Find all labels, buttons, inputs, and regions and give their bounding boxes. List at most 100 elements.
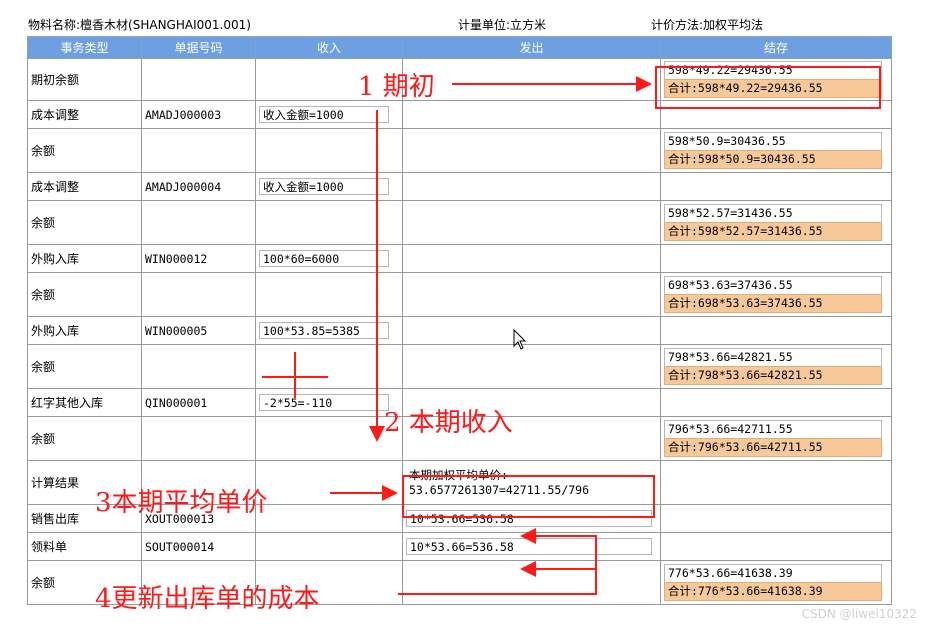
table-header-row: 事务类型 单据号码 收入 发出 结存 — [27, 36, 892, 59]
cell-type: 成本调整 — [27, 100, 142, 129]
cell-in — [255, 200, 403, 245]
type-text: 余额 — [31, 216, 56, 230]
balance-box: 776*53.66=41638.39 合计:776*53.66=41638.39 — [664, 564, 882, 601]
cell-stock: 698*53.63=37436.55 合计:698*53.63=37436.55 — [660, 272, 892, 317]
cell-stock: 798*53.66=42821.55 合计:798*53.66=42821.55 — [660, 344, 892, 389]
table-row: 余额 798*53.66=42821.55 合计:798*53.66=42821.5… — [27, 344, 892, 389]
cell-in — [255, 460, 403, 505]
balance-box: 798*53.66=42821.55 合计:798*53.66=42821.55 — [664, 348, 882, 385]
cell-stock — [660, 316, 892, 345]
balance-total: 合计:776*53.66=41638.39 — [664, 582, 882, 601]
type-text: 期初余额 — [31, 73, 80, 87]
cell-in — [255, 128, 403, 173]
cell-stock — [660, 388, 892, 417]
doc-number: WIN000012 — [145, 251, 208, 266]
balance-total: 合计:598*52.57=31436.55 — [664, 222, 882, 241]
cell-doc: WIN000005 — [141, 316, 256, 345]
cell-out — [402, 58, 661, 101]
cell-in: 100*53.85=5385 — [255, 316, 403, 345]
table-row: 余额 598*50.9=30436.55 合计:598*50.9=30436.55 — [27, 128, 892, 173]
cell-doc — [141, 272, 256, 317]
col-header-out: 发出 — [402, 36, 661, 59]
cell-doc — [141, 58, 256, 101]
annotation-average-price: 3本期平均单价 — [95, 488, 268, 518]
cell-stock — [660, 460, 892, 505]
cell-out — [402, 560, 661, 605]
issue-field[interactable]: 10*53.66=536.58 — [406, 538, 652, 555]
balance-line: 796*53.66=42711.55 — [664, 420, 882, 438]
cell-type: 余额 — [27, 416, 142, 461]
type-text: 成本调整 — [31, 180, 80, 194]
cell-doc: WIN000012 — [141, 244, 256, 273]
cell-in — [255, 504, 403, 533]
highlight-average-box — [402, 475, 655, 518]
cell-doc: AMADJ000004 — [141, 172, 256, 201]
doc-number: WIN000005 — [145, 323, 208, 338]
balance-line: 798*53.66=42821.55 — [664, 348, 882, 366]
type-text: 外购入库 — [31, 324, 80, 338]
receipt-field[interactable]: 收入金额=1000 — [259, 106, 389, 123]
type-text: 成本调整 — [31, 108, 80, 122]
table-row: 成本调整 AMADJ000004 收入金额=1000 — [27, 172, 892, 201]
col-header-doc: 单据号码 — [141, 36, 256, 59]
receipt-field[interactable]: -2*55=-110 — [259, 394, 389, 411]
cell-in — [255, 416, 403, 461]
cell-out: 10*53.66=536.58 — [402, 532, 661, 561]
table-row: 外购入库 WIN000012 100*60=6000 — [27, 244, 892, 273]
balance-line: 698*53.63=37436.55 — [664, 276, 882, 294]
doc-number: SOUT000014 — [145, 539, 215, 554]
highlight-opening-box — [655, 66, 881, 109]
receipt-field[interactable]: 100*53.85=5385 — [259, 322, 389, 339]
cell-type: 余额 — [27, 200, 142, 245]
cell-doc — [141, 128, 256, 173]
annotation-opening: 1 期初 — [358, 72, 435, 102]
cell-doc — [141, 416, 256, 461]
cell-doc: SOUT000014 — [141, 532, 256, 561]
balance-line: 776*53.66=41638.39 — [664, 564, 882, 582]
material-name: 物料名称:檀香木材(SHANGHAI001.001) — [28, 18, 251, 32]
annotation-update-cost: 4更新出库单的成本 — [95, 584, 320, 614]
report-header: 物料名称:檀香木材(SHANGHAI001.001) 计量单位:立方米 计价方法… — [0, 14, 929, 34]
col-header-stock: 结存 — [660, 36, 892, 59]
type-text: 销售出库 — [31, 512, 80, 526]
cell-type: 余额 — [27, 272, 142, 317]
cell-doc — [141, 344, 256, 389]
cell-in: 收入金额=1000 — [255, 172, 403, 201]
cell-out — [402, 244, 661, 273]
doc-number: AMADJ000003 — [145, 107, 222, 122]
cell-type: 余额 — [27, 128, 142, 173]
annotation-receipts: 2 本期收入 — [384, 408, 513, 438]
type-text: 计算结果 — [31, 476, 80, 490]
watermark: CSDN @liwei10322 — [801, 607, 917, 621]
receipt-field[interactable]: 收入金额=1000 — [259, 178, 389, 195]
type-text: 余额 — [31, 360, 56, 374]
cell-in — [255, 532, 403, 561]
type-text: 红字其他入库 — [31, 396, 104, 410]
balance-total: 合计:698*53.63=37436.55 — [664, 294, 882, 313]
table-row: 外购入库 WIN000005 100*53.85=5385 — [27, 316, 892, 345]
type-text: 余额 — [31, 432, 56, 446]
inventory-ledger-table: 事务类型 单据号码 收入 发出 结存 期初余额 598*49.22=29436.5… — [27, 36, 892, 605]
cell-out — [402, 172, 661, 201]
balance-line: 598*52.57=31436.55 — [664, 204, 882, 222]
cell-stock — [660, 172, 892, 201]
cell-stock — [660, 504, 892, 533]
cell-in: -2*55=-110 — [255, 388, 403, 417]
table-row: 领料单 SOUT000014 10*53.66=536.58 — [27, 532, 892, 561]
cell-stock: 796*53.66=42711.55 合计:796*53.66=42711.55 — [660, 416, 892, 461]
cell-type: 红字其他入库 — [27, 388, 142, 417]
cell-type: 期初余额 — [27, 58, 142, 101]
doc-number: QIN000001 — [145, 395, 208, 410]
type-text: 外购入库 — [31, 252, 80, 266]
cell-stock: 598*52.57=31436.55 合计:598*52.57=31436.55 — [660, 200, 892, 245]
cell-in — [255, 272, 403, 317]
cell-out — [402, 200, 661, 245]
valuation-method: 计价方法:加权平均法 — [651, 18, 764, 32]
receipt-field[interactable]: 100*60=6000 — [259, 250, 389, 267]
balance-box: 598*50.9=30436.55 合计:598*50.9=30436.55 — [664, 132, 882, 169]
balance-box: 698*53.63=37436.55 合计:698*53.63=37436.55 — [664, 276, 882, 313]
cell-in — [255, 344, 403, 389]
cell-out — [402, 100, 661, 129]
cell-doc: QIN000001 — [141, 388, 256, 417]
type-text: 余额 — [31, 576, 56, 590]
